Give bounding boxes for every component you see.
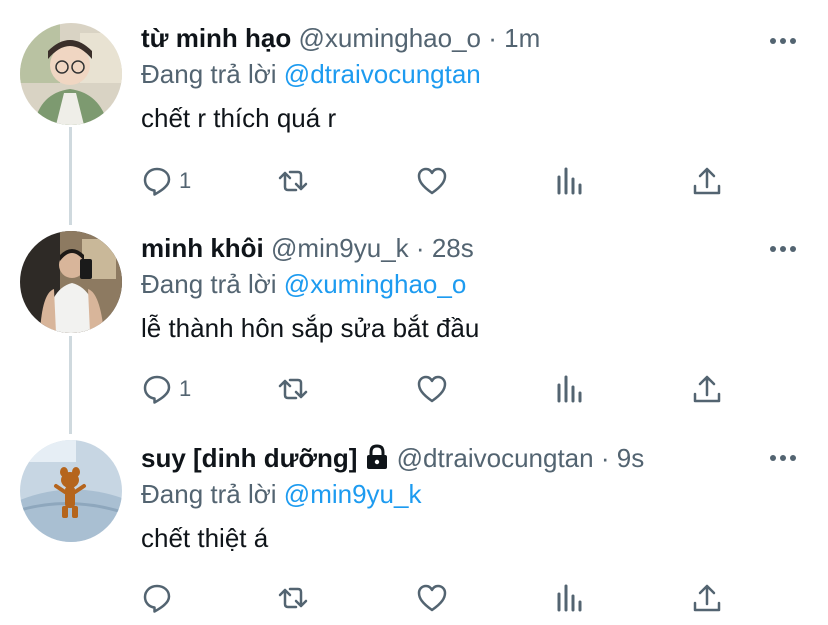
analytics-icon [557, 167, 582, 195]
replying-to-label: Đang trả lời [141, 479, 277, 509]
avatar[interactable] [20, 231, 122, 333]
display-name[interactable]: từ minh hạo [141, 23, 291, 53]
replying-to-label: Đang trả lời [141, 59, 277, 89]
mention-link[interactable]: @xuminghao_o [284, 269, 467, 299]
avatar[interactable] [20, 23, 122, 125]
analytics-button[interactable] [554, 580, 586, 616]
replying-to: Đang trả lời @xuminghao_o [141, 268, 808, 300]
separator-dot: · [488, 23, 497, 53]
retweet-icon [278, 378, 308, 400]
share-icon [693, 167, 721, 195]
like-icon [417, 375, 447, 403]
tweet-text: chết thiệt á [141, 523, 269, 553]
tweet[interactable]: suy [dinh dưỡng] @dtraivocungtan · 9s Đa… [0, 420, 828, 625]
replying-to: Đang trả lời @dtraivocungtan [141, 58, 808, 90]
separator-dot: · [600, 443, 610, 473]
reply-button[interactable]: 1 [141, 371, 191, 407]
analytics-button[interactable] [554, 371, 586, 407]
timestamp[interactable]: 28s [432, 233, 474, 263]
analytics-icon [557, 375, 582, 403]
username[interactable]: @xuminghao_o [299, 23, 482, 53]
retweet-icon [278, 587, 308, 609]
avatar[interactable] [20, 440, 122, 542]
like-button[interactable] [416, 580, 448, 616]
more-icon[interactable] [768, 453, 798, 463]
reply-count: 1 [179, 376, 192, 401]
retweet-button[interactable] [277, 580, 309, 616]
timestamp[interactable]: 1m [504, 23, 540, 53]
display-name[interactable]: minh khôi [141, 233, 264, 263]
retweet-button[interactable] [277, 371, 309, 407]
reply-icon [143, 167, 171, 196]
like-icon [417, 167, 447, 195]
share-button[interactable] [691, 580, 723, 616]
separator-dot: · [415, 233, 425, 263]
more-icon[interactable] [768, 36, 798, 46]
reply-button[interactable]: 1 [141, 163, 191, 199]
mention-link[interactable]: @min9yu_k [284, 479, 422, 509]
retweet-icon [278, 170, 308, 192]
mention-link[interactable]: @dtraivocungtan [284, 59, 481, 89]
tweet[interactable]: minh khôi @min9yu_k · 28s Đang trả lời @… [0, 210, 828, 420]
share-button[interactable] [691, 163, 723, 199]
username[interactable]: @dtraivocungtan [397, 443, 594, 473]
like-icon [417, 584, 447, 612]
reply-icon [143, 584, 171, 613]
like-button[interactable] [416, 371, 448, 407]
analytics-button[interactable] [554, 163, 586, 199]
replying-to: Đang trả lời @min9yu_k [141, 478, 808, 510]
like-button[interactable] [416, 163, 448, 199]
tweet-text: lễ thành hôn sắp sửa bắt đầu [141, 313, 480, 343]
tweet-text: chết r thích quá r [141, 103, 337, 133]
lock-icon [367, 444, 388, 469]
reply-icon [143, 375, 171, 404]
more-icon[interactable] [768, 244, 798, 254]
reply-button[interactable] [141, 580, 179, 616]
analytics-icon [557, 584, 582, 612]
share-button[interactable] [691, 371, 723, 407]
tweet[interactable]: từ minh hạo @xuminghao_o · 1m Đang trả l… [0, 0, 828, 210]
display-name[interactable]: suy [dinh dưỡng] [141, 443, 357, 473]
share-icon [693, 375, 721, 403]
retweet-button[interactable] [277, 163, 309, 199]
replying-to-label: Đang trả lời [141, 269, 277, 299]
share-icon [693, 584, 721, 612]
reply-count: 1 [179, 168, 192, 193]
username[interactable]: @min9yu_k [271, 233, 409, 263]
timestamp[interactable]: 9s [617, 443, 644, 473]
